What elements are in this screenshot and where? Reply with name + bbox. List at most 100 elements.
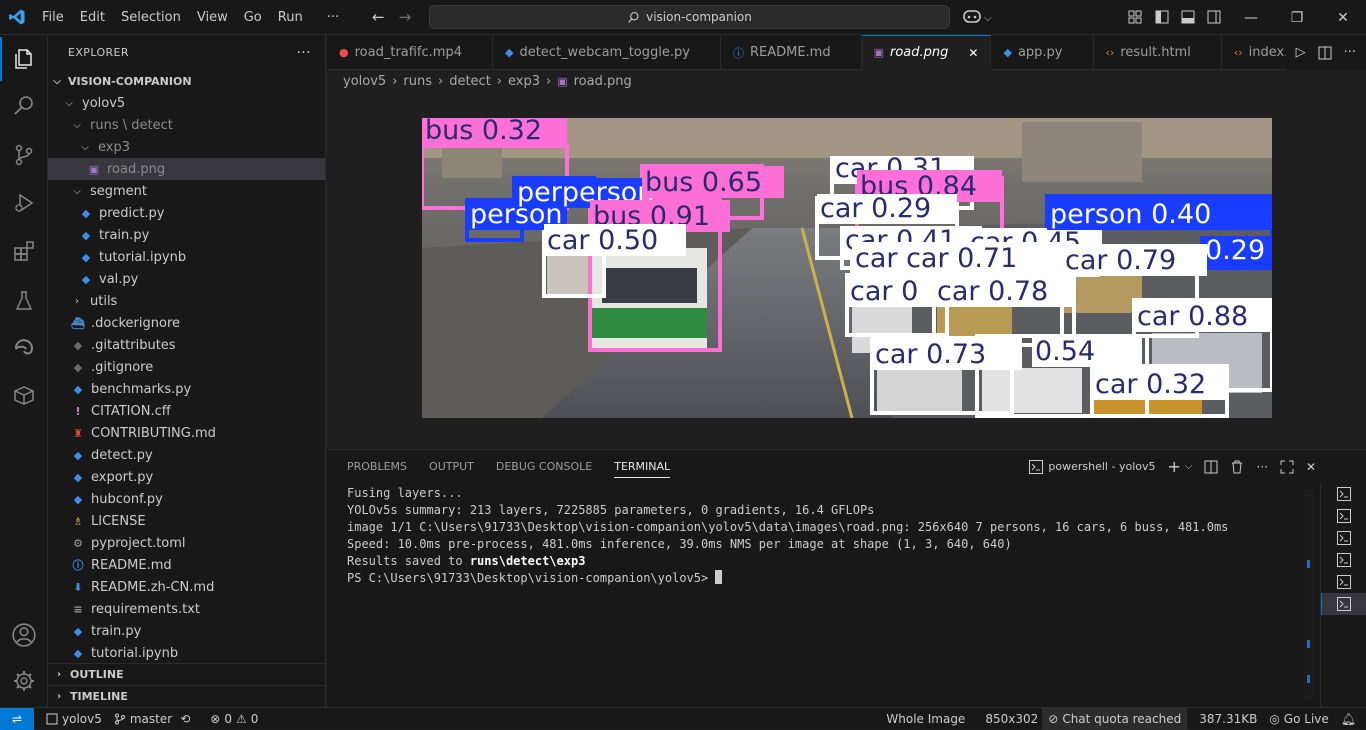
terminal-shell-selector[interactable]: powershell - yolov5 xyxy=(1029,459,1155,474)
file-item[interactable]: ⬇ README.zh-CN.md xyxy=(48,576,325,598)
minimize-icon[interactable]: — xyxy=(1228,0,1274,35)
file-item[interactable]: ◆ val.py xyxy=(48,268,325,290)
editor-tab[interactable]: ◆ detect_webcam_toggle.py xyxy=(493,35,721,70)
file-item[interactable]: ♜ CONTRIBUTING.md xyxy=(48,422,325,444)
folder-item[interactable]: ⌵ yolov5 xyxy=(48,92,325,114)
close-tab-icon[interactable]: ✕ xyxy=(968,46,978,60)
status-zoom-mode[interactable]: Whole Image xyxy=(880,712,979,726)
breadcrumb-item[interactable]: detect xyxy=(449,74,491,89)
terminal-instance-icon[interactable] xyxy=(1321,483,1366,505)
testing-flask-icon[interactable] xyxy=(0,279,48,323)
settings-gear-icon[interactable] xyxy=(0,659,48,703)
folder-item[interactable]: ⌵ segment xyxy=(48,180,325,202)
editor-tab[interactable]: ‹› result.html xyxy=(1094,35,1222,70)
editor-tab[interactable]: ⓘ README.md xyxy=(721,35,862,70)
file-item[interactable]: ! CITATION.cff xyxy=(48,400,325,422)
chevron-down-icon[interactable]: ⌵ xyxy=(1185,461,1193,472)
forward-arrow-icon[interactable]: → xyxy=(399,8,412,26)
trash-icon[interactable] xyxy=(1230,460,1244,474)
file-item[interactable]: ⛴ .dockerignore xyxy=(48,312,325,334)
breadcrumb-item[interactable]: road.png xyxy=(574,74,632,89)
menu-go[interactable]: Go xyxy=(236,10,270,25)
timeline-section[interactable]: › TIMELINE xyxy=(48,685,326,707)
breadcrumb-item[interactable]: exp3 xyxy=(508,74,540,89)
source-control-icon[interactable] xyxy=(0,133,48,177)
menu-view[interactable]: View xyxy=(189,10,236,25)
terminal-instance-icon[interactable] xyxy=(1321,505,1366,527)
tab-output[interactable]: OUTPUT xyxy=(429,460,474,473)
file-item[interactable]: ⚙ pyproject.toml xyxy=(48,532,325,554)
terminal-instance-icon[interactable] xyxy=(1321,549,1366,571)
file-item[interactable]: ♗ LICENSE xyxy=(48,510,325,532)
run-play-icon[interactable]: ▷ xyxy=(1296,45,1306,60)
status-go-live[interactable]: ◎ Go Live xyxy=(1263,712,1334,726)
back-arrow-icon[interactable]: ← xyxy=(372,8,385,26)
menu-run[interactable]: Run xyxy=(270,10,311,25)
file-item[interactable]: ◆ benchmarks.py xyxy=(48,378,325,400)
tab-terminal[interactable]: TERMINAL xyxy=(614,460,671,478)
extensions-icon[interactable] xyxy=(0,229,48,273)
close-panel-icon[interactable]: ✕ xyxy=(1306,460,1316,474)
menu-selection[interactable]: Selection xyxy=(113,10,189,25)
file-item[interactable]: ▣ road.png xyxy=(48,158,325,180)
menu-edit[interactable]: Edit xyxy=(72,10,113,25)
tab-problems[interactable]: PROBLEMS xyxy=(347,460,407,473)
terminal-instance-icon[interactable] xyxy=(1321,593,1366,615)
breadcrumb-item[interactable]: runs xyxy=(403,74,432,89)
file-item[interactable]: ◆ .gitattributes xyxy=(48,334,325,356)
file-item[interactable]: ◆ train.py xyxy=(48,224,325,246)
terminal-instance-icon[interactable] xyxy=(1321,571,1366,593)
terminal-scrollbar[interactable] xyxy=(1304,490,1314,700)
chevron-down-icon[interactable]: ⌵ xyxy=(984,13,992,24)
explorer-more-button[interactable]: ··· xyxy=(296,45,311,61)
terminal-instance-icon[interactable] xyxy=(1321,527,1366,549)
toggle-sidebar-icon[interactable] xyxy=(1155,10,1169,24)
copilot-icon[interactable] xyxy=(962,8,982,28)
menu-more[interactable]: ··· xyxy=(319,10,347,25)
terminal-output[interactable]: Fusing layers... YOLOv5s summary: 213 lay… xyxy=(347,485,1297,587)
breadcrumb-item[interactable]: yolov5 xyxy=(343,74,386,89)
notifications-bell-icon[interactable]: 🔔︎ xyxy=(1335,712,1366,726)
file-item[interactable]: ◆ .gitignore xyxy=(48,356,325,378)
tree-root[interactable]: ⌵ VISION-COMPANION xyxy=(48,70,325,92)
more-actions-icon[interactable]: ··· xyxy=(1256,460,1267,474)
account-icon[interactable] xyxy=(0,613,48,657)
command-center-search[interactable]: vision-companion xyxy=(429,5,950,29)
file-item[interactable]: ◆ train.py xyxy=(48,620,325,642)
menu-file[interactable]: File xyxy=(34,10,72,25)
editor-tab[interactable]: ▣ road.png ✕ xyxy=(861,35,992,70)
file-item[interactable]: ◆ export.py xyxy=(48,466,325,488)
file-item[interactable]: ◆ tutorial.ipynb xyxy=(48,642,325,664)
folder-item[interactable]: ⌵ exp3 xyxy=(48,136,325,158)
maximize-panel-icon[interactable] xyxy=(1280,460,1294,474)
file-item[interactable]: ≡ requirements.txt xyxy=(48,598,325,620)
editor-tab[interactable]: ◆ app.py xyxy=(991,35,1094,70)
file-item[interactable]: ◆ detect.py xyxy=(48,444,325,466)
tab-debug-console[interactable]: DEBUG CONSOLE xyxy=(496,460,592,473)
status-chat[interactable]: ⊘ Chat quota reached xyxy=(1042,708,1188,730)
explorer-icon[interactable] xyxy=(0,37,48,81)
file-item[interactable]: ◆ tutorial.ipynb xyxy=(48,246,325,268)
outline-section[interactable]: › OUTLINE xyxy=(48,663,326,685)
more-actions-icon[interactable]: ··· xyxy=(1344,45,1356,60)
file-item[interactable]: ⓘ README.md xyxy=(48,554,325,576)
status-branch[interactable]: master ⟲ xyxy=(108,712,196,726)
road-image-preview[interactable]: bus 0.32personperpersonbus 0.65bus 0.91c… xyxy=(422,118,1272,418)
toggle-secondary-sidebar-icon[interactable] xyxy=(1207,10,1221,24)
new-terminal-plus-icon[interactable]: + xyxy=(1167,457,1180,476)
folder-item[interactable]: › utils xyxy=(48,290,325,312)
customize-layout-icon[interactable] xyxy=(1128,10,1142,24)
status-problems[interactable]: ⊗ 0 ⚠ 0 xyxy=(204,712,264,726)
close-window-icon[interactable]: ✕ xyxy=(1320,0,1366,35)
toggle-panel-icon[interactable] xyxy=(1181,10,1195,24)
file-item[interactable]: ◆ hubconf.py xyxy=(48,488,325,510)
split-editor-icon[interactable] xyxy=(1318,46,1332,60)
run-debug-icon[interactable] xyxy=(0,181,48,225)
editor-tab[interactable]: ● road_trafifc.mp4 xyxy=(327,35,493,70)
remote-indicator-icon[interactable]: ⇌ xyxy=(0,707,34,730)
search-icon[interactable] xyxy=(0,83,48,127)
restore-icon[interactable]: ❐ xyxy=(1274,0,1320,35)
remote-edge-icon[interactable] xyxy=(0,325,48,369)
database-box-icon[interactable] xyxy=(0,373,48,417)
split-terminal-icon[interactable] xyxy=(1204,460,1218,474)
